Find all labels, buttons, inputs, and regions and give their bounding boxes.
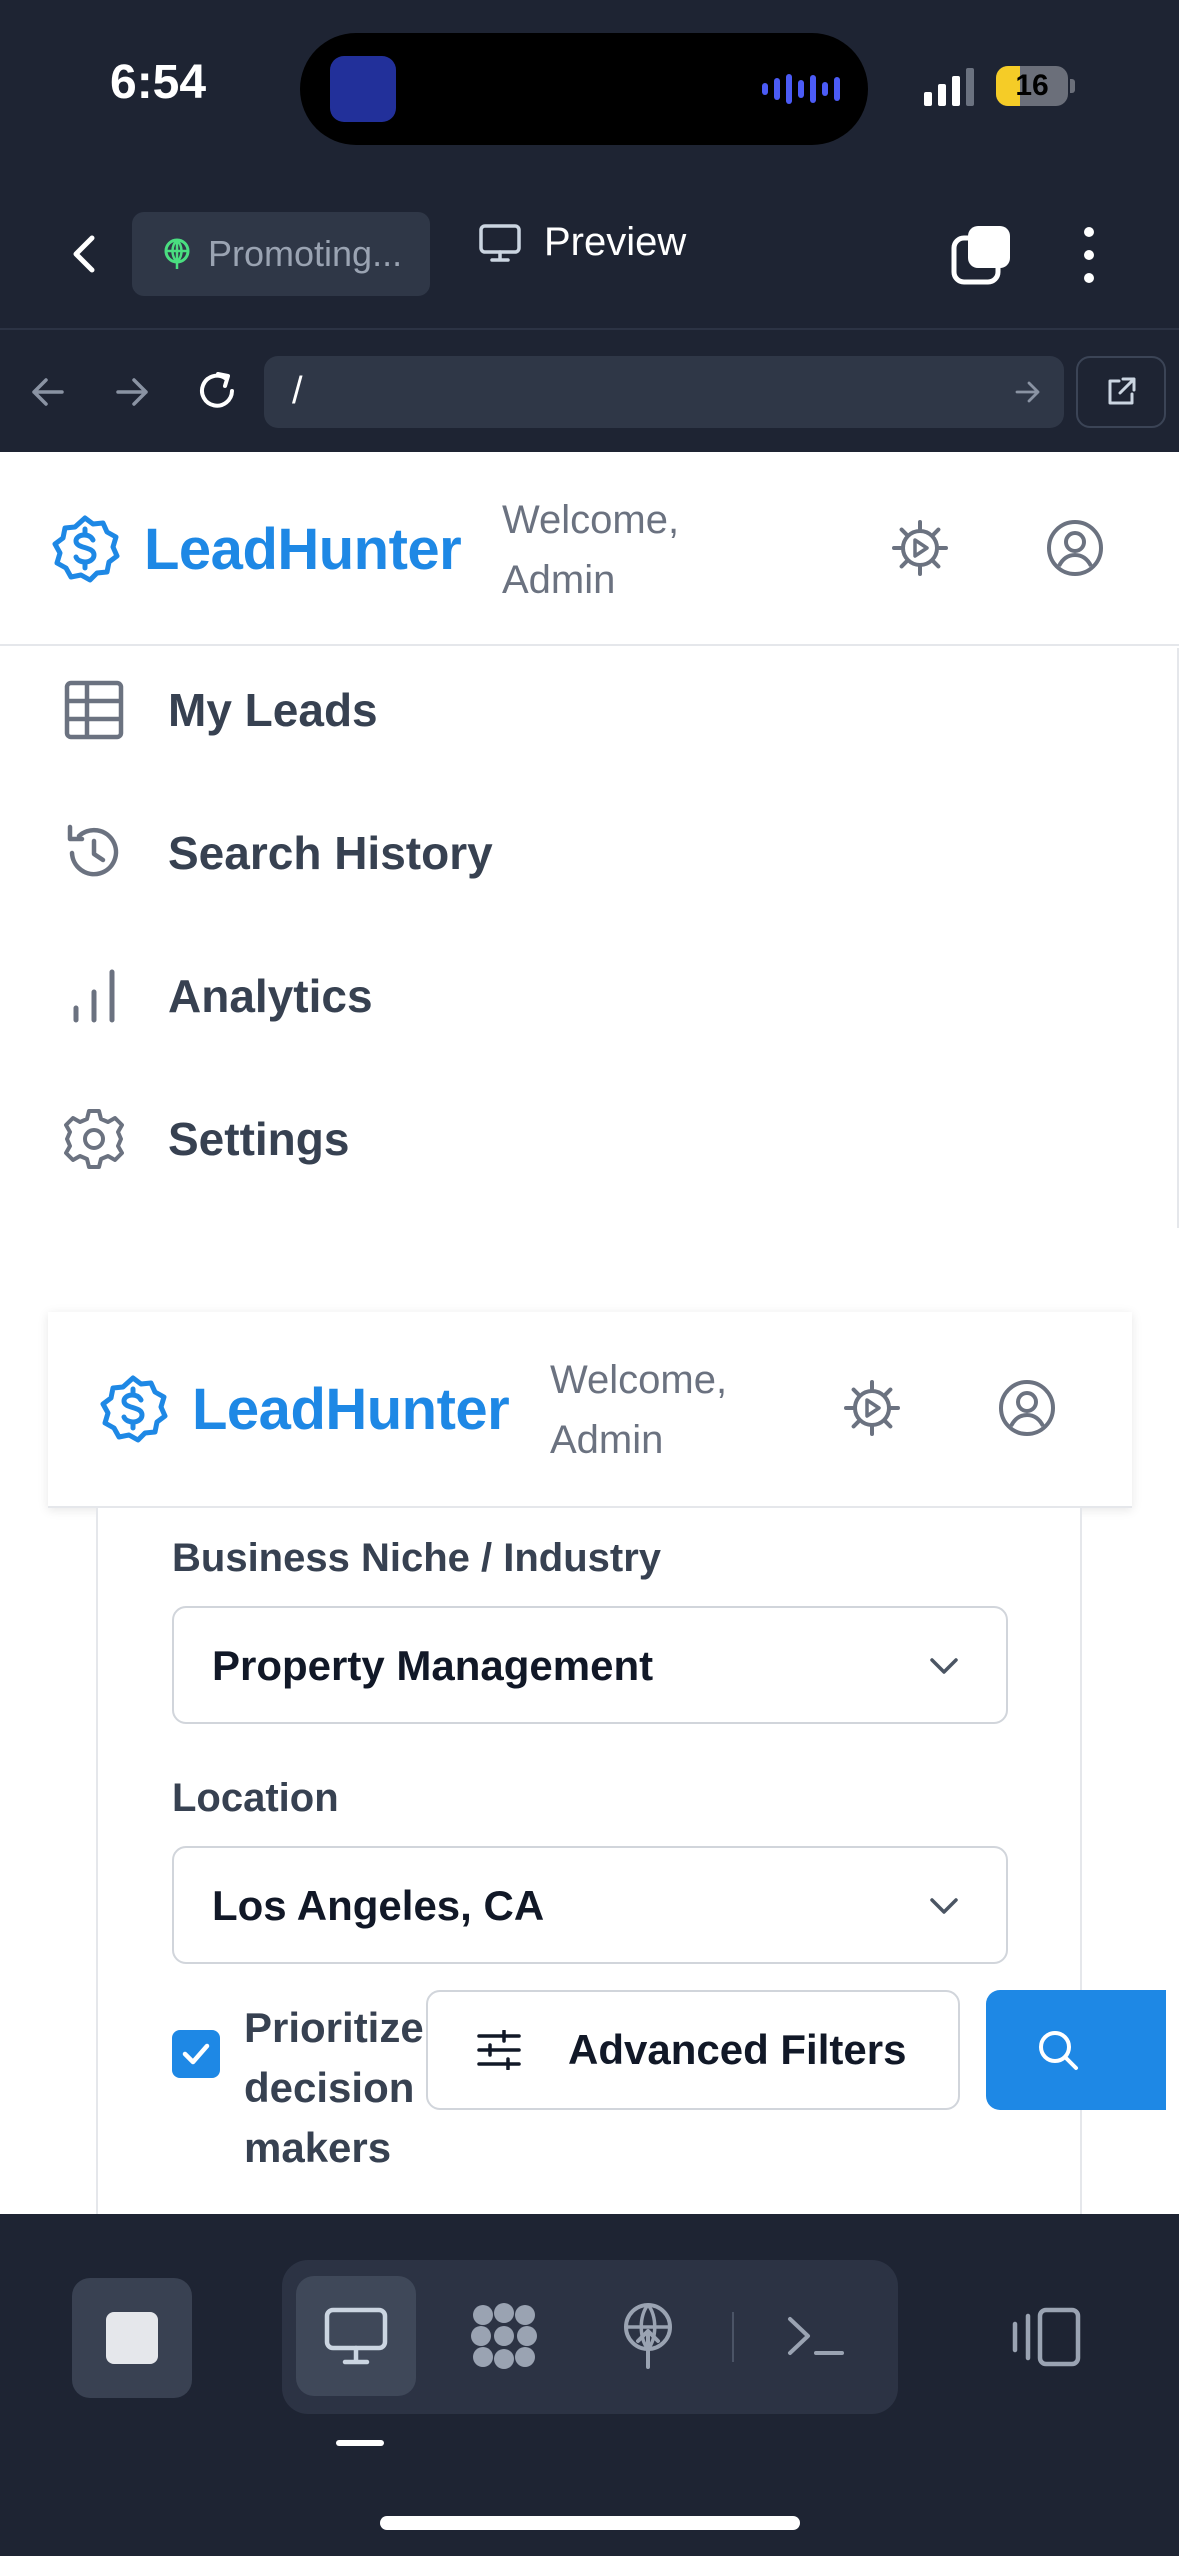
audio-wave-icon — [762, 71, 840, 107]
niche-label: Business Niche / Industry — [172, 1536, 662, 1580]
chevron-down-icon — [930, 1898, 958, 1914]
reload-icon[interactable] — [192, 366, 242, 416]
welcome-text: Welcome, Admin — [502, 498, 680, 602]
niche-value: Property Management — [212, 1642, 654, 1689]
nav-forward-icon[interactable] — [110, 370, 154, 414]
active-mode-indicator — [336, 2440, 384, 2446]
welcome-text: Welcome, Admin — [550, 1358, 728, 1462]
web-preview: LeadHunter Welcome, Admin My Leads Searc… — [0, 452, 1179, 2214]
brand-name[interactable]: LeadHunter — [192, 1376, 510, 1443]
mode-divider — [732, 2312, 734, 2362]
advanced-filters-button[interactable]: Advanced Filters — [426, 1990, 960, 2110]
menu-label-analytics: Analytics — [168, 970, 373, 1022]
nav-back-icon[interactable] — [26, 370, 70, 414]
prioritize-label[interactable]: Prioritize decision makers — [244, 1998, 444, 2178]
menu-item-search-history[interactable]: Search History — [62, 821, 493, 885]
status-time: 6:54 — [110, 56, 207, 109]
lead-search-form: Business Niche / Industry Property Manag… — [96, 1508, 1166, 2214]
mode-apps-button[interactable] — [444, 2276, 564, 2396]
card-header: LeadHunter Welcome, Admin — [48, 1312, 1132, 1508]
advanced-filters-label: Advanced Filters — [568, 2026, 907, 2073]
location-select[interactable]: Los Angeles, CA — [172, 1846, 1008, 1964]
project-pill-label: Promoting... — [208, 233, 403, 274]
deploy-icon — [624, 2303, 672, 2369]
tabs-icon[interactable] — [950, 224, 1012, 286]
logo-dollar-icon[interactable] — [98, 1374, 168, 1444]
status-bar: 6:54 16 — [0, 0, 1179, 180]
browser-url-bar: / — [0, 332, 1179, 452]
terminal-icon — [788, 2317, 844, 2355]
search-icon — [1039, 2031, 1078, 2070]
checkmark-icon — [182, 2043, 210, 2065]
logo-dollar-icon[interactable] — [50, 514, 120, 584]
url-input[interactable]: / — [264, 356, 1064, 428]
chevron-down-icon — [930, 1658, 958, 1674]
mode-switcher — [282, 2260, 898, 2414]
brand-name[interactable]: LeadHunter — [144, 516, 462, 583]
desktop-icon — [324, 2307, 388, 2365]
menu-item-analytics[interactable]: Analytics — [62, 964, 373, 1028]
stop-icon — [106, 2312, 158, 2364]
dynamic-island — [300, 33, 868, 145]
settings-gear-icon[interactable] — [890, 518, 950, 578]
location-value: Los Angeles, CA — [212, 1882, 545, 1929]
gear-icon — [64, 1109, 124, 1169]
bottom-dock — [0, 2214, 1179, 2556]
niche-select[interactable]: Property Management — [172, 1606, 1008, 1724]
history-icon — [67, 824, 119, 877]
open-external-button[interactable] — [1076, 356, 1166, 428]
go-arrow-icon[interactable] — [1014, 378, 1042, 406]
user-avatar-icon[interactable] — [997, 1378, 1057, 1438]
site-header: LeadHunter Welcome, Admin — [0, 452, 1179, 646]
deploy-icon — [164, 238, 190, 269]
menu-label-search-history: Search History — [168, 827, 493, 879]
prioritize-checkbox[interactable] — [172, 2030, 220, 2078]
cellular-signal-icon — [924, 68, 974, 106]
more-vertical-icon[interactable] — [1076, 224, 1102, 286]
table-icon — [64, 680, 124, 740]
menu-item-settings[interactable]: Settings — [62, 1107, 349, 1171]
now-playing-thumbnail — [330, 56, 396, 122]
panel-toggle-icon[interactable] — [1010, 2306, 1082, 2368]
external-link-icon — [1108, 377, 1136, 405]
apps-icon — [471, 2303, 537, 2369]
mode-deploy-button[interactable] — [588, 2276, 708, 2396]
url-text: / — [292, 370, 303, 412]
menu-label-my-leads: My Leads — [168, 684, 378, 736]
battery-tip — [1070, 79, 1075, 93]
preview-tab[interactable]: Preview — [478, 220, 686, 265]
sliders-icon — [477, 2030, 521, 2070]
side-menu: My Leads Search History Analytics Settin… — [0, 648, 1179, 1228]
project-pill[interactable]: Promoting... — [132, 212, 430, 296]
battery-level: 16 — [1015, 69, 1049, 102]
app-toolbar: Promoting... Preview — [0, 180, 1179, 330]
location-label: Location — [172, 1776, 339, 1820]
bar-chart-icon — [73, 969, 115, 1023]
preview-label: Preview — [544, 220, 687, 264]
battery-icon: 16 — [996, 66, 1068, 106]
back-chevron-icon[interactable] — [62, 230, 110, 278]
stop-button[interactable] — [72, 2278, 192, 2398]
search-button[interactable] — [986, 1990, 1166, 2110]
settings-gear-icon[interactable] — [842, 1378, 902, 1438]
menu-item-my-leads[interactable]: My Leads — [62, 678, 378, 742]
menu-label-settings: Settings — [168, 1113, 350, 1165]
user-avatar-icon[interactable] — [1045, 518, 1105, 578]
mode-terminal-button[interactable] — [756, 2276, 876, 2396]
mode-desktop-button[interactable] — [296, 2276, 416, 2396]
monitor-icon — [479, 223, 521, 262]
home-indicator[interactable] — [380, 2516, 800, 2530]
